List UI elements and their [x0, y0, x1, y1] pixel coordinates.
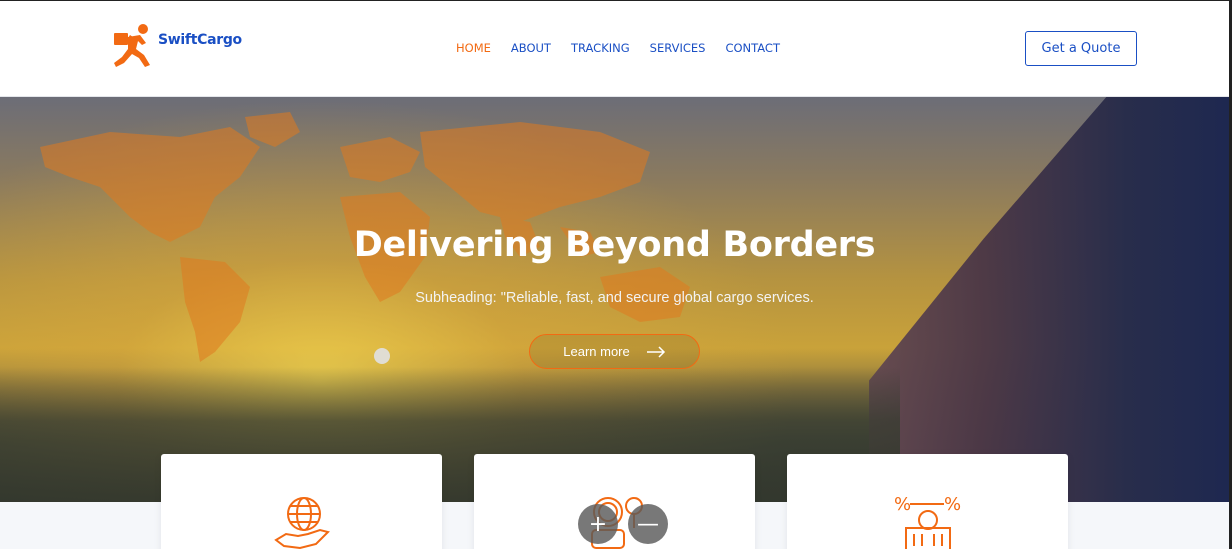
globe-hand-icon [273, 497, 330, 549]
zoom-in-button[interactable]: + [578, 504, 618, 544]
learn-more-label: Learn more [563, 344, 630, 359]
get-a-quote-button[interactable]: Get a Quote [1025, 31, 1137, 66]
percent-building-icon: % % [894, 494, 961, 549]
site-header: SwiftCargo HOME ABOUT TRACKING SERVICES … [0, 0, 1229, 97]
svg-text:%: % [944, 494, 961, 515]
nav-services[interactable]: SERVICES [650, 41, 706, 55]
main-nav: HOME ABOUT TRACKING SERVICES CONTACT [456, 41, 800, 55]
zoom-out-button[interactable]: — [628, 504, 668, 544]
brand-logo[interactable]: SwiftCargo [110, 23, 242, 73]
hero-subtitle: Subheading: "Reliable, fast, and secure … [415, 290, 814, 306]
svg-text:%: % [894, 494, 911, 515]
arrow-right-icon [646, 343, 666, 361]
nav-contact[interactable]: CONTACT [725, 41, 780, 55]
treeline-image [0, 367, 900, 502]
nav-tracking[interactable]: TRACKING [571, 41, 630, 55]
nav-about[interactable]: ABOUT [511, 41, 551, 55]
brand-name: SwiftCargo [158, 32, 242, 48]
running-courier-icon [114, 24, 150, 67]
carousel-indicator[interactable] [374, 348, 390, 364]
service-card-global[interactable] [161, 454, 442, 549]
nav-home[interactable]: HOME [456, 41, 491, 55]
service-card-rates[interactable]: % % [787, 454, 1068, 549]
hero-title: Delivering Beyond Borders [353, 225, 876, 265]
learn-more-button[interactable]: Learn more [529, 334, 700, 369]
page: SwiftCargo HOME ABOUT TRACKING SERVICES … [0, 0, 1232, 549]
hero-banner: Delivering Beyond Borders Subheading: "R… [0, 97, 1229, 502]
